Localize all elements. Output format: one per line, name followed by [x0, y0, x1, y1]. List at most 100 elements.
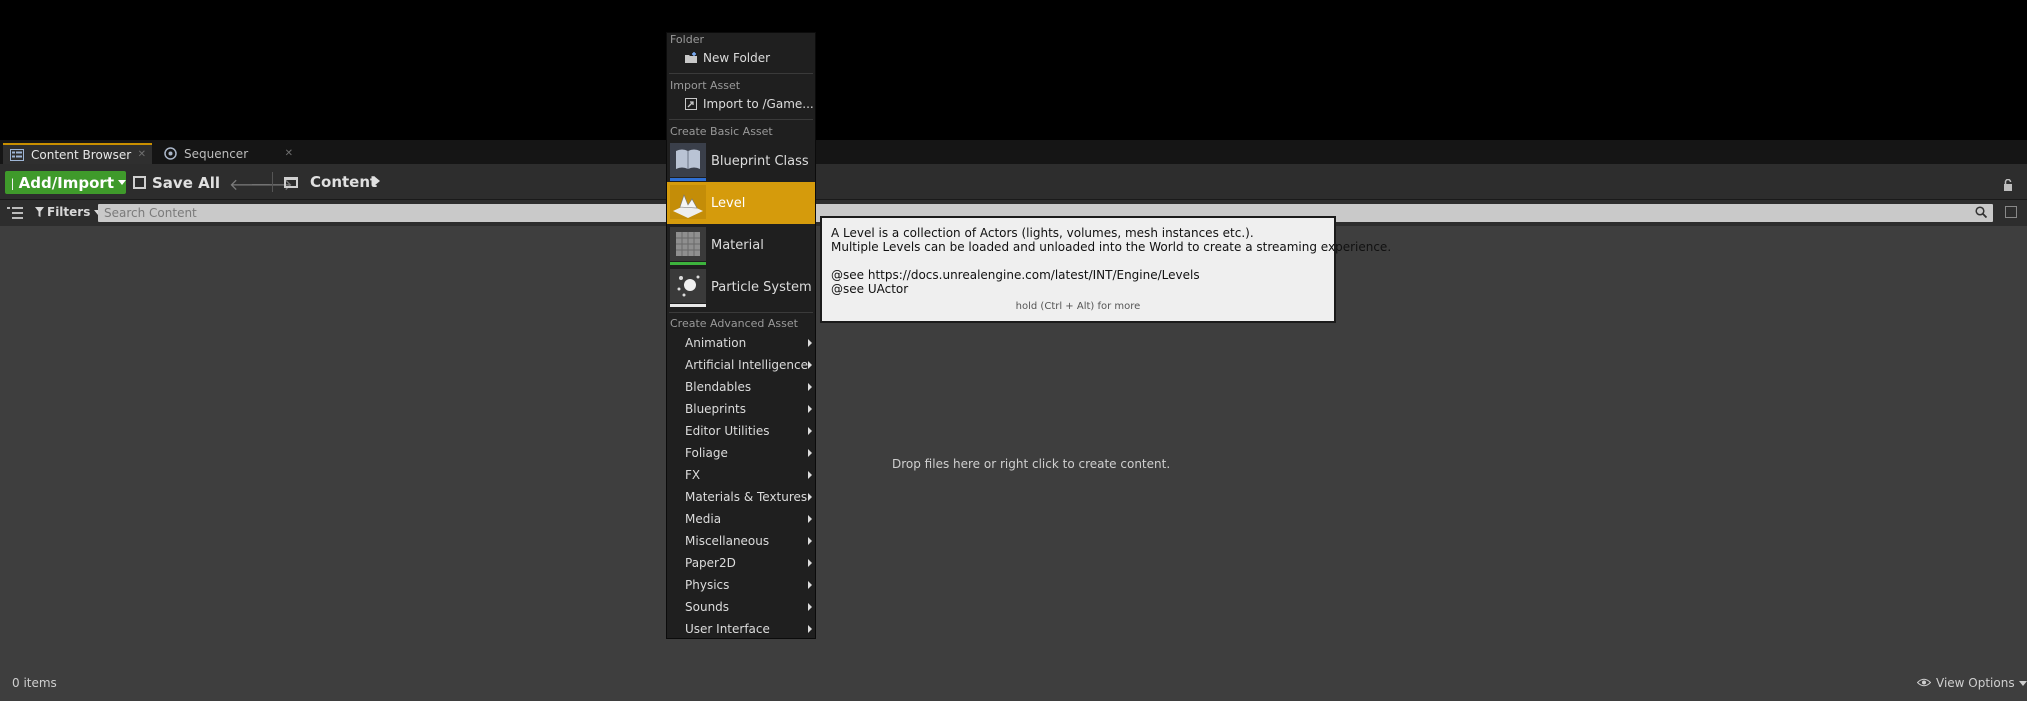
menu-item-label: Miscellaneous — [685, 534, 770, 548]
lock-icon[interactable] — [2003, 176, 2013, 191]
level-icon — [670, 185, 706, 221]
filter-icon — [35, 207, 44, 217]
menu-item-label: Import to /Game... — [703, 97, 814, 111]
menu-separator — [669, 119, 813, 120]
filters-label: Filters — [47, 205, 91, 219]
menu-item-label: Physics — [685, 578, 730, 592]
menu-item-label: Material — [711, 237, 764, 253]
menu-item-editor-utilities[interactable]: Editor Utilities — [667, 420, 815, 442]
submenu-arrow-icon — [808, 471, 812, 479]
menu-item-physics[interactable]: Physics — [667, 574, 815, 596]
menu-item-blueprint-class[interactable]: Blueprint Class — [667, 140, 815, 182]
items-count: 0 items — [12, 676, 57, 690]
menu-section-header: Folder — [670, 33, 704, 46]
tab-content-browser[interactable]: Content Browser ✕ — [3, 143, 152, 164]
breadcrumb-arrow-icon[interactable] — [374, 176, 380, 186]
menu-item-label: New Folder — [703, 51, 771, 65]
submenu-arrow-icon — [808, 427, 812, 435]
menu-separator — [669, 312, 813, 313]
menu-item-label: Paper2D — [685, 556, 736, 570]
level-tooltip: A Level is a collection of Actors (light… — [820, 216, 1392, 323]
menu-item-blendables[interactable]: Blendables — [667, 376, 815, 398]
material-icon — [670, 227, 706, 265]
tooltip-line: @see UActor — [831, 282, 909, 296]
breadcrumb-content[interactable]: Content — [284, 173, 377, 191]
submenu-arrow-icon — [808, 493, 812, 501]
chevron-down-icon — [2018, 680, 2027, 686]
menu-item-label: Artificial Intelligence — [685, 358, 808, 372]
menu-item-label: Animation — [685, 336, 747, 350]
content-browser-icon — [9, 148, 25, 162]
menu-item-fx[interactable]: FX — [667, 464, 815, 486]
eye-icon — [1916, 676, 1932, 690]
menu-item-artificial-intelligence[interactable]: Artificial Intelligence — [667, 354, 815, 376]
menu-item-material[interactable]: Material — [667, 224, 815, 266]
divider — [272, 172, 273, 192]
submenu-arrow-icon — [808, 449, 812, 457]
close-icon[interactable]: ✕ — [285, 148, 293, 159]
filters-button[interactable]: Filters — [35, 205, 103, 219]
save-all-label: Save All — [152, 173, 220, 192]
menu-separator — [669, 73, 813, 74]
menu-section-header: Create Basic Asset — [670, 125, 773, 138]
menu-section-header: Import Asset — [670, 79, 741, 92]
add-import-button[interactable]: Add/Import — [5, 171, 126, 194]
menu-item-miscellaneous[interactable]: Miscellaneous — [667, 530, 815, 552]
save-search-icon[interactable] — [2005, 206, 2017, 218]
submenu-arrow-icon — [808, 339, 812, 347]
chevron-down-icon — [118, 180, 126, 185]
tooltip-link: @see https://docs.unrealengine.com/lates… — [831, 268, 1200, 282]
menu-item-media[interactable]: Media — [667, 508, 815, 530]
search-icon[interactable] — [1975, 206, 1988, 219]
menu-item-new-folder[interactable]: New Folder — [667, 48, 815, 68]
save-all-button[interactable]: Save All — [133, 171, 220, 194]
menu-item-label: Materials & Textures — [685, 490, 808, 504]
menu-item-label: Blueprints — [685, 402, 747, 416]
menu-item-label: Level — [711, 195, 746, 211]
menu-item-label: Foliage — [685, 446, 728, 460]
menu-item-import[interactable]: Import to /Game... — [667, 94, 815, 114]
menu-item-paper2d[interactable]: Paper2D — [667, 552, 815, 574]
particle-system-icon — [670, 269, 706, 307]
menu-item-label: Particle System — [711, 279, 812, 295]
sequencer-icon — [162, 147, 178, 161]
asset-color-bar — [670, 304, 706, 307]
tab-label: Sequencer — [184, 146, 249, 161]
close-icon[interactable]: ✕ — [138, 149, 146, 160]
submenu-arrow-icon — [808, 515, 812, 523]
menu-item-particle-system[interactable]: Particle System — [667, 266, 815, 308]
menu-item-label: FX — [685, 468, 701, 482]
folder-open-icon — [284, 176, 298, 188]
sources-panel-toggle-icon[interactable] — [7, 205, 23, 219]
menu-item-foliage[interactable]: Foliage — [667, 442, 815, 464]
view-options-label: View Options — [1936, 676, 2015, 690]
submenu-arrow-icon — [808, 581, 812, 589]
tooltip-line: Multiple Levels can be loaded and unload… — [831, 240, 1392, 254]
blueprint-class-icon — [670, 143, 706, 181]
menu-section-header: Create Advanced Asset — [670, 317, 798, 330]
submenu-arrow-icon — [808, 559, 812, 567]
add-import-label: Add/Import — [18, 173, 114, 192]
tab-bar: Content Browser ✕ Sequencer ✕ — [0, 140, 2027, 164]
menu-item-sounds[interactable]: Sounds — [667, 596, 815, 618]
save-icon — [133, 176, 146, 189]
menu-item-label: Blueprint Class — [711, 153, 809, 169]
submenu-arrow-icon — [808, 537, 812, 545]
menu-item-blueprints[interactable]: Blueprints — [667, 398, 815, 420]
submenu-arrow-icon — [808, 405, 812, 413]
tab-sequencer[interactable]: Sequencer ✕ — [156, 143, 299, 164]
menu-item-materials-textures[interactable]: Materials & Textures — [667, 486, 815, 508]
menu-item-user-interface[interactable]: User Interface — [667, 618, 815, 640]
search-placeholder: Search Content — [104, 206, 197, 220]
toolbar: Add/Import Save All 🡐 🡒 Content — [0, 164, 2027, 200]
submenu-arrow-icon — [808, 625, 812, 633]
view-options-button[interactable]: View Options — [1916, 676, 2027, 690]
new-asset-icon — [9, 175, 13, 190]
import-icon — [685, 98, 697, 110]
tab-label: Content Browser — [31, 147, 132, 162]
submenu-arrow-icon — [808, 603, 812, 611]
menu-item-level[interactable]: Level — [667, 182, 815, 224]
add-new-context-menu: Folder New Folder Import Asset Import to… — [666, 32, 816, 639]
tooltip-more-hint: hold (Ctrl + Alt) for more — [1015, 301, 1141, 312]
menu-item-animation[interactable]: Animation — [667, 332, 815, 354]
